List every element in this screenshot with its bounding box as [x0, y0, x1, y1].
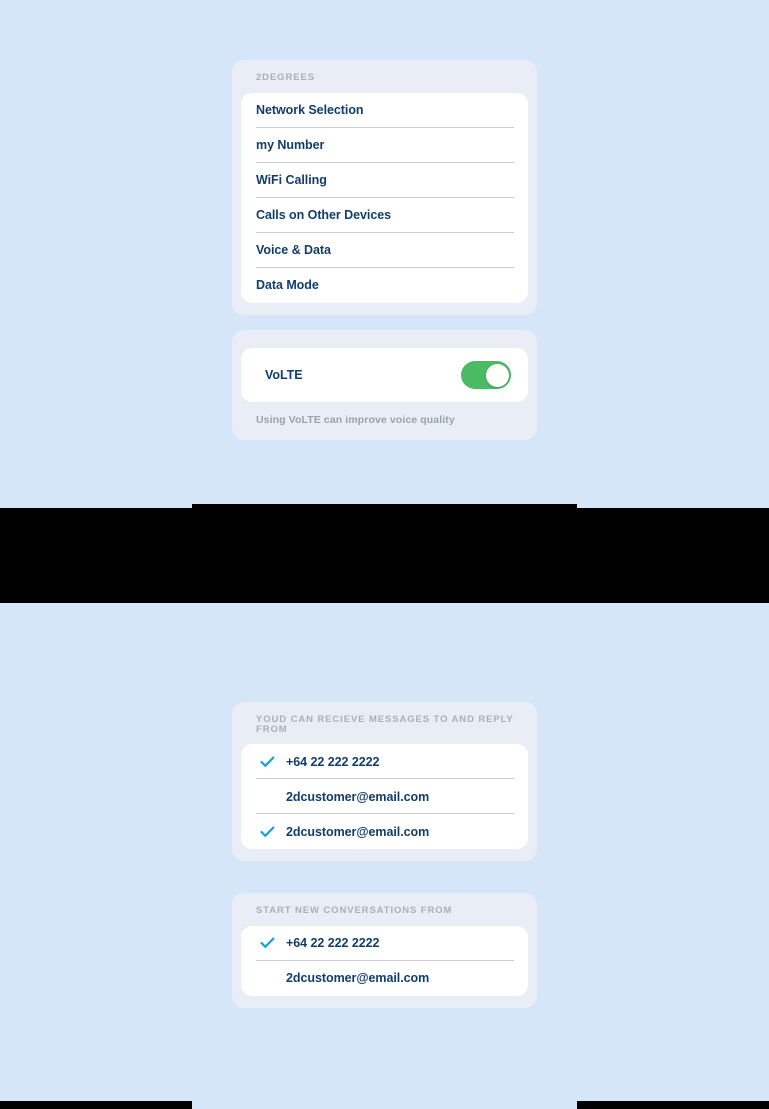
check-icon — [249, 826, 286, 838]
group-bottom-padding — [232, 996, 537, 1008]
receive-messages-group: YOUD CAN RECIEVE MESSAGES TO AND REPLY F… — [232, 702, 537, 861]
check-icon — [249, 937, 286, 949]
volte-footnote: Using VoLTE can improve voice quality — [256, 414, 455, 426]
volte-toggle-knob — [485, 363, 509, 387]
choice-value: 2dcustomer@email.com — [286, 971, 430, 985]
volte-label: VoLTE — [265, 368, 303, 382]
receive-choice-row-phone[interactable]: +64 22 222 2222 — [241, 744, 528, 779]
settings-row-wifi-calling[interactable]: WiFi Calling — [241, 163, 528, 198]
settings-row-network-selection[interactable]: Network Selection — [241, 93, 528, 128]
choice-value: 2dcustomer@email.com — [286, 789, 430, 804]
settings-row-calls-on-other-devices[interactable]: Calls on Other Devices — [241, 198, 528, 233]
settings-row-label: Voice & Data — [256, 243, 331, 257]
settings-row-label: my Number — [256, 138, 325, 152]
carrier-settings-group: 2DEGREES Network Selection my Number WiF… — [232, 60, 537, 315]
volte-row[interactable]: VoLTE — [241, 348, 528, 402]
black-occluder-bottom-left — [0, 1101, 192, 1109]
choice-value: +64 22 222 2222 — [286, 754, 380, 769]
settings-row-data-mode[interactable]: Data Mode — [241, 268, 528, 303]
messaging-pane-bottom: YOUD CAN RECIEVE MESSAGES TO AND REPLY F… — [0, 603, 769, 1109]
start-conversations-group: START NEW CONVERSATIONS FROM +64 22 222 … — [232, 893, 537, 1008]
volte-toggle-switch[interactable] — [461, 361, 511, 389]
settings-row-voice-and-data[interactable]: Voice & Data — [241, 233, 528, 268]
group-bottom-padding — [232, 303, 537, 315]
carrier-settings-card: Network Selection my Number WiFi Calling… — [241, 92, 528, 303]
choice-value: +64 22 222 2222 — [286, 936, 380, 950]
receive-choice-row-email-unselected[interactable]: 2dcustomer@email.com — [241, 779, 528, 814]
black-occluder-mid-center — [192, 504, 577, 603]
settings-row-label: WiFi Calling — [256, 173, 327, 187]
volte-group: VoLTE Using VoLTE can improve voice qual… — [232, 330, 537, 440]
black-occluder-bottom-right — [577, 1101, 769, 1109]
start-group-label: START NEW CONVERSATIONS FROM — [256, 905, 453, 916]
receive-group-label: YOUD CAN RECIEVE MESSAGES TO AND REPLY F… — [256, 714, 514, 735]
check-icon — [249, 756, 286, 768]
volte-card: VoLTE — [241, 348, 528, 402]
group-top-padding — [232, 330, 537, 348]
start-choice-row-phone[interactable]: +64 22 222 2222 — [241, 926, 528, 961]
receive-choice-row-email-selected[interactable]: 2dcustomer@email.com — [241, 814, 528, 849]
choice-value: 2dcustomer@email.com — [286, 824, 430, 839]
settings-row-label: Calls on Other Devices — [256, 208, 392, 222]
settings-pane-top: 2DEGREES Network Selection my Number WiF… — [0, 0, 769, 504]
group-bottom-padding — [232, 849, 537, 861]
settings-row-label: Data Mode — [256, 278, 319, 292]
black-occluder-mid-right — [577, 508, 769, 603]
receive-messages-card: +64 22 222 2222 2dcustomer@email.com 2dc… — [241, 744, 528, 849]
start-conversations-card: +64 22 222 2222 2dcustomer@email.com — [241, 925, 528, 996]
start-choice-row-email[interactable]: 2dcustomer@email.com — [241, 961, 528, 996]
settings-row-my-number[interactable]: my Number — [241, 128, 528, 163]
settings-row-label: Network Selection — [256, 103, 364, 117]
black-occluder-mid-left — [0, 508, 192, 603]
carrier-group-label: 2DEGREES — [256, 72, 315, 83]
